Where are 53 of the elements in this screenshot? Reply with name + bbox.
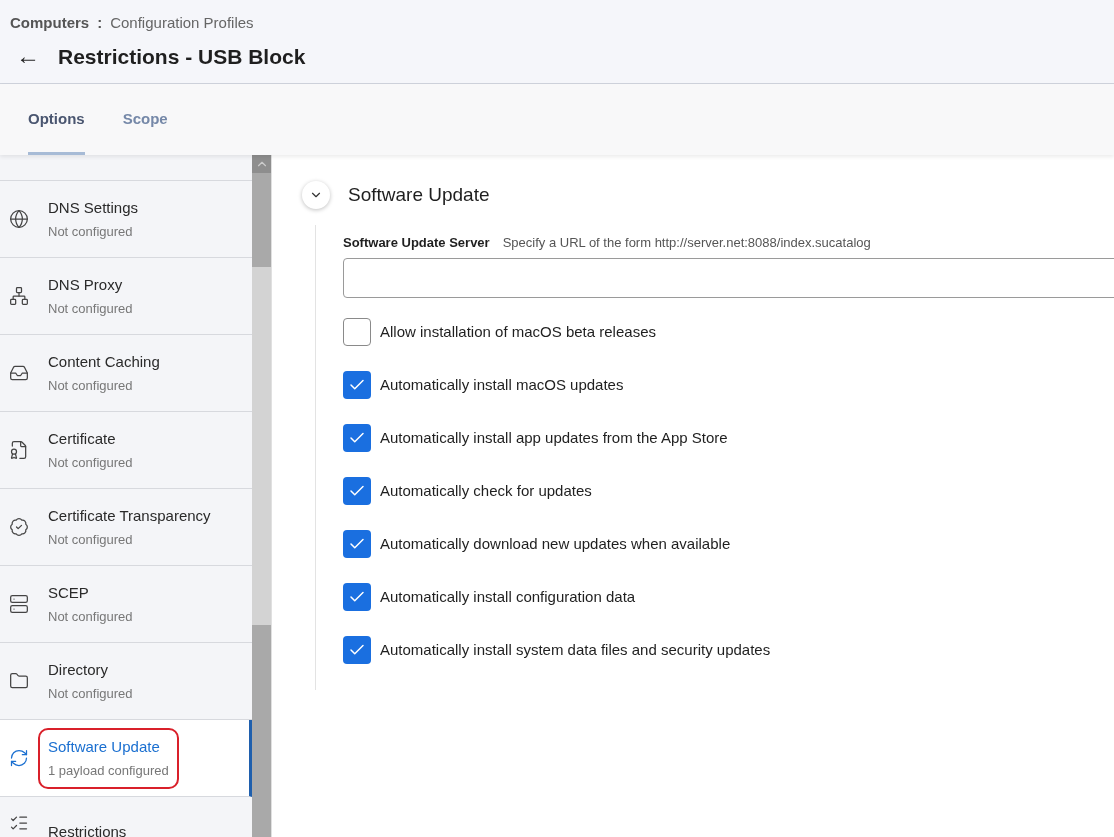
field-hint: Specify a URL of the form http://server.net:8088/index.sucatalog [502,233,871,252]
item-label: DNS Proxy [48,274,124,295]
item-status: Not configured [48,685,133,703]
item-label: Content Caching [48,351,160,372]
breadcrumb-link[interactable]: Computers [10,12,90,35]
folder-icon [9,671,29,691]
scrollbar-thumb[interactable] [252,173,271,267]
checkbox-label: Allow installation of macOS beta releases [380,321,656,342]
server-input-field[interactable] [343,258,1114,298]
scrollbar[interactable] [252,155,271,837]
checkbox[interactable] [343,477,371,505]
item-label: Certificate [48,428,117,449]
badge-check-icon [9,517,29,537]
item-label: Restrictions [48,822,127,837]
checkbox-label: Automatically install macOS updates [380,374,624,395]
checkbox-label: Automatically check for updates [380,480,592,501]
item-status: Not configured [48,377,134,395]
checkbox-label: Automatically download new updates when available [380,533,731,554]
back-button[interactable]: ← [16,44,56,69]
checkbox[interactable] [343,583,371,611]
certificate-icon [9,440,29,460]
item-status: Not configured [48,223,134,241]
checkbox[interactable] [343,636,371,664]
item-label: Certificate Transparency [48,505,211,526]
item-label: Software Update [48,736,161,757]
item-label: SCEP [48,582,90,603]
checkbox[interactable] [343,424,371,452]
checkbox[interactable] [343,530,371,558]
checkbox-label: Automatically install system data files and security updates [380,639,771,660]
item-status: 1 payload configured [48,762,169,780]
item-label: DNS Settings [48,197,139,218]
network-icon [9,286,29,306]
section-title: Software Update [348,183,490,207]
server-icon [9,594,29,614]
checkbox[interactable] [343,371,371,399]
item-status: Not configured [48,300,133,318]
checkbox-label: Automatically install configuration data [380,586,636,607]
scrollbar-thumb[interactable] [252,625,271,837]
checkbox[interactable] [343,318,371,346]
globe-icon [9,209,29,229]
checkbox-label: Automatically install app updates from the App Store [380,427,728,448]
item-status: Not configured [48,454,133,472]
page-title: Restrictions - USB Block [58,43,306,70]
item-status: Not configured [48,608,133,626]
item-status: Not configured [48,531,134,549]
refresh-icon [9,748,29,768]
breadcrumb-separator: : [97,13,103,33]
item-label: Directory [48,659,109,680]
scroll-up-button[interactable] [252,155,271,173]
field-label: Software Update Server [343,233,490,252]
sidebar-item[interactable]: Software Update 1 payload configured [0,720,252,797]
breadcrumb-current: Configuration Profiles [110,13,254,33]
inbox-icon [9,363,29,383]
